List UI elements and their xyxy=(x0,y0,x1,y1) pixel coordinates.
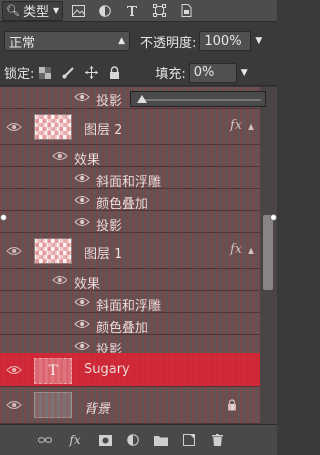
eye-icon[interactable] xyxy=(74,318,90,330)
layer-thumbnail[interactable] xyxy=(34,238,72,264)
pixel-layer-filter-icon[interactable] xyxy=(71,4,85,18)
collapse-arrow-icon[interactable]: ▲ xyxy=(248,122,254,131)
add-layer-style-icon[interactable]: fx xyxy=(66,433,84,447)
eye-icon[interactable] xyxy=(52,150,68,162)
transform-handle[interactable] xyxy=(0,214,7,221)
lock-position-icon[interactable] xyxy=(84,66,98,80)
eye-icon[interactable] xyxy=(74,216,90,228)
eye-icon[interactable] xyxy=(74,194,90,206)
effect-label: 投影 xyxy=(96,219,123,234)
layers-bottom-toolbar: fx xyxy=(0,424,277,455)
layer-filter-bar: 🔍︎ 类型 ▼ xyxy=(0,0,277,22)
layer-name[interactable]: Sugary xyxy=(84,362,130,377)
filter-type-label: 类型 xyxy=(22,5,49,20)
effects-label: 效果 xyxy=(74,153,101,168)
layer-name[interactable]: 图层 2 xyxy=(84,119,122,138)
updown-arrow-icon: ▲︎ xyxy=(118,36,125,46)
link-layers-icon[interactable] xyxy=(38,433,52,447)
trash-icon[interactable] xyxy=(210,433,224,447)
lock-icon xyxy=(227,399,237,411)
layer-name[interactable]: 背景 xyxy=(84,398,110,417)
lock-label: 锁定: xyxy=(4,67,35,82)
fill-slider-popup[interactable] xyxy=(130,91,266,107)
filter-type-dropdown[interactable]: 🔍︎ 类型 ▼ xyxy=(2,0,64,21)
transform-handle[interactable] xyxy=(270,214,277,221)
layer-row-layer-1[interactable]: 图层 1 fx ▲ xyxy=(0,233,260,269)
fill-input[interactable]: 0% xyxy=(188,62,237,83)
lock-transparency-icon[interactable] xyxy=(38,66,52,80)
effect-label: 颜色叠加 xyxy=(96,321,149,336)
filter-icons xyxy=(71,4,193,18)
blend-mode-value: 正常 xyxy=(9,35,36,51)
eye-icon[interactable] xyxy=(6,121,22,133)
smart-object-filter-icon[interactable] xyxy=(179,4,193,18)
text-layer-thumbnail[interactable]: T xyxy=(34,358,72,384)
layer-row-layer-2[interactable]: 图层 2 fx ▲ xyxy=(0,109,260,145)
effect-row[interactable]: 颜色叠加 xyxy=(0,189,260,212)
eye-icon[interactable] xyxy=(74,340,90,352)
effect-label: 斜面和浮雕 xyxy=(96,175,162,190)
slider-knob[interactable] xyxy=(137,95,147,103)
shape-layer-filter-icon[interactable] xyxy=(152,4,166,18)
add-mask-icon[interactable] xyxy=(98,433,112,447)
lock-icons xyxy=(38,66,121,80)
new-group-folder-icon[interactable] xyxy=(154,433,168,447)
new-layer-icon[interactable] xyxy=(182,433,196,447)
new-adjustment-layer-icon[interactable] xyxy=(126,433,140,447)
effect-label: 斜面和浮雕 xyxy=(96,299,162,314)
eye-icon[interactable] xyxy=(52,274,68,286)
fill-label: 填充: xyxy=(155,67,186,82)
eye-icon[interactable] xyxy=(74,91,90,103)
type-glyph-icon: T xyxy=(48,363,58,379)
layer-row-sugary[interactable]: T Sugary xyxy=(0,353,260,387)
effect-row[interactable]: 斜面和浮雕 xyxy=(0,167,260,190)
opacity-value: 100% xyxy=(204,33,242,49)
layer-thumbnail[interactable] xyxy=(34,392,72,418)
scrollbar-thumb[interactable] xyxy=(263,215,273,290)
lock-image-pixels-icon[interactable] xyxy=(61,66,75,80)
effects-group-row[interactable]: 效果 xyxy=(0,145,260,168)
fx-badge-icon[interactable]: fx xyxy=(230,118,242,133)
blend-mode-select[interactable]: 正常 ▲︎ xyxy=(4,31,130,51)
layer-thumbnail[interactable] xyxy=(34,114,72,140)
lock-fill-row: 锁定: 填充: 0% ▼ xyxy=(0,60,277,86)
eye-icon[interactable] xyxy=(6,245,22,257)
effect-label: 投影 xyxy=(96,94,123,109)
layers-scrollbar[interactable] xyxy=(260,87,277,424)
layer-name[interactable]: 图层 1 xyxy=(84,243,122,262)
layer-row-background[interactable]: 背景 xyxy=(0,387,260,424)
adjustment-layer-filter-icon[interactable] xyxy=(98,4,112,18)
type-layer-filter-icon[interactable] xyxy=(125,4,139,18)
fill-value: 0% xyxy=(193,65,215,80)
slider-track[interactable] xyxy=(143,99,261,101)
layers-list[interactable]: 投影 图层 2 fx ▲ 效果 斜面和浮雕 颜色叠加 投影 图层 1 fx ▲ … xyxy=(0,87,260,424)
fill-slider-arrow-icon[interactable]: ▼ xyxy=(241,68,248,78)
eye-icon[interactable] xyxy=(6,364,22,376)
chevron-down-icon: ▼ xyxy=(52,6,60,15)
effects-label: 效果 xyxy=(74,277,101,292)
effect-label: 颜色叠加 xyxy=(96,197,149,212)
lock-all-icon[interactable] xyxy=(107,66,121,80)
fx-badge-icon[interactable]: fx xyxy=(230,242,242,257)
opacity-input[interactable]: 100% xyxy=(199,31,252,51)
eye-icon[interactable] xyxy=(74,296,90,308)
collapse-arrow-icon[interactable]: ▲ xyxy=(248,246,254,255)
effects-group-row[interactable]: 效果 xyxy=(0,269,260,292)
effect-row[interactable]: 斜面和浮雕 xyxy=(0,291,260,314)
search-icon: 🔍︎ xyxy=(6,4,20,17)
blend-opacity-row: 正常 ▲︎ 不透明度: 100% ▼ xyxy=(0,28,277,54)
effect-row[interactable]: 投影 xyxy=(0,211,260,234)
opacity-slider-arrow-icon[interactable]: ▼ xyxy=(255,36,262,46)
opacity-label: 不透明度: xyxy=(140,35,197,51)
eye-icon[interactable] xyxy=(74,172,90,184)
effect-row[interactable]: 颜色叠加 xyxy=(0,313,260,336)
eye-icon[interactable] xyxy=(6,399,22,411)
